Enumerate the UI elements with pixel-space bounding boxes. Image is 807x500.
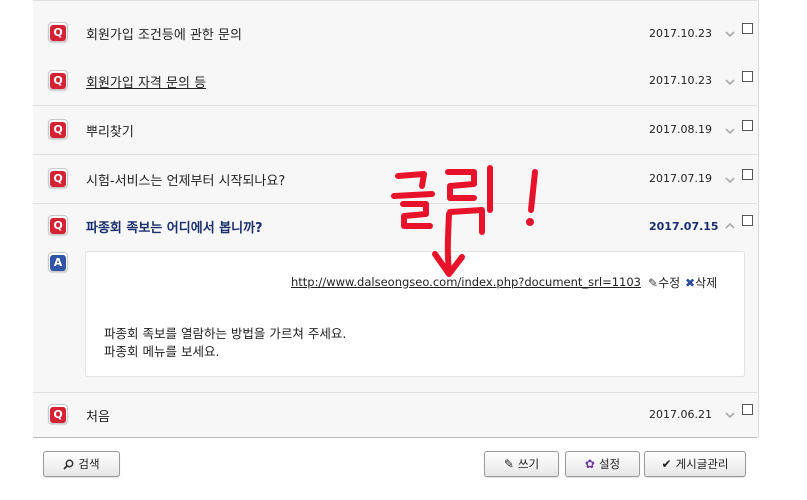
answer-box: http://www.dalseongseo.com/index.php?doc… [85,251,745,377]
manage-posts-button[interactable]: ✔ 게시글관리 [644,451,746,477]
chevron-down-icon[interactable] [725,175,735,185]
faq-item[interactable]: Q 시험-서비스는 언제부터 시작되나요? 2017.07.19 [33,155,757,204]
faq-item[interactable]: Q 처음 2017.06.21 [33,393,757,438]
edit-button[interactable]: ✎수정 [648,274,680,291]
delete-button[interactable]: ✖삭제 [685,274,717,291]
question-title[interactable]: 파종회 족보는 어디에서 봅니까? [86,217,263,236]
question-title[interactable]: 뿌리찾기 [86,121,134,140]
chevron-down-icon[interactable] [725,77,735,87]
faq-item[interactable]: Q 뿌리찾기 2017.08.19 [33,106,757,155]
edit-label: 수정 [658,276,681,290]
settings-label: 설정 [598,457,621,471]
pencil-icon: ✎ [648,276,659,290]
question-title[interactable]: 회원가입 자격 문의 등 [86,72,206,91]
manage-posts-label: 게시글관리 [675,457,729,471]
answer-text: 파종회 메뉴를 보세요. [104,344,220,359]
faq-item[interactable]: Q 회원가입 조건등에 관한 문의 2017.10.23 [33,0,757,58]
pencil-icon: ✎ [503,457,514,471]
gear-icon: ✿ [584,457,595,471]
question-icon: Q [48,215,68,235]
search-icon [63,459,74,470]
chevron-down-icon[interactable] [725,126,735,136]
question-icon: Q [48,168,68,188]
select-checkbox[interactable] [742,23,753,34]
question-date: 2017.10.23 [649,27,712,40]
checkmark-icon: ✔ [661,457,672,471]
question-date: 2017.07.19 [649,172,712,185]
settings-button[interactable]: ✿ 설정 [565,451,640,477]
answer-icon: A [48,252,68,272]
question-icon: Q [48,70,68,90]
question-icon: Q [48,119,68,139]
chevron-down-icon[interactable] [725,410,735,420]
chevron-down-icon[interactable] [725,29,735,39]
question-date: 2017.07.15 [649,220,719,233]
question-date: 2017.10.23 [649,74,712,87]
faq-item[interactable]: Q 회원가입 자격 문의 등 2017.10.23 [33,57,757,106]
question-date: 2017.06.21 [649,408,712,421]
faq-item-expanded[interactable]: Q 파종회 족보는 어디에서 봅니까? 2017.07.15 A http://… [33,204,757,393]
answer-link[interactable]: http://www.dalseongseo.com/index.php?doc… [291,275,641,289]
answer-text: 파종회 족보를 열람하는 방법을 가르쳐 주세요. [104,326,347,341]
chevron-up-icon[interactable] [725,221,735,231]
select-checkbox[interactable] [742,404,753,415]
select-checkbox[interactable] [742,71,753,82]
search-button[interactable]: 검색 [43,451,120,477]
close-icon: ✖ [685,276,696,290]
search-label: 검색 [78,457,100,471]
delete-label: 삭제 [695,276,718,290]
select-checkbox[interactable] [742,169,753,180]
select-checkbox[interactable] [742,120,753,131]
question-icon: Q [48,22,68,42]
select-checkbox[interactable] [742,215,753,226]
question-title[interactable]: 처음 [86,406,110,425]
question-icon: Q [48,404,68,424]
question-date: 2017.08.19 [649,123,712,136]
write-label: 쓰기 [517,457,540,471]
question-title[interactable]: 시험-서비스는 언제부터 시작되나요? [86,170,285,189]
question-title[interactable]: 회원가입 조건등에 관한 문의 [86,24,242,43]
write-button[interactable]: ✎ 쓰기 [484,451,559,477]
